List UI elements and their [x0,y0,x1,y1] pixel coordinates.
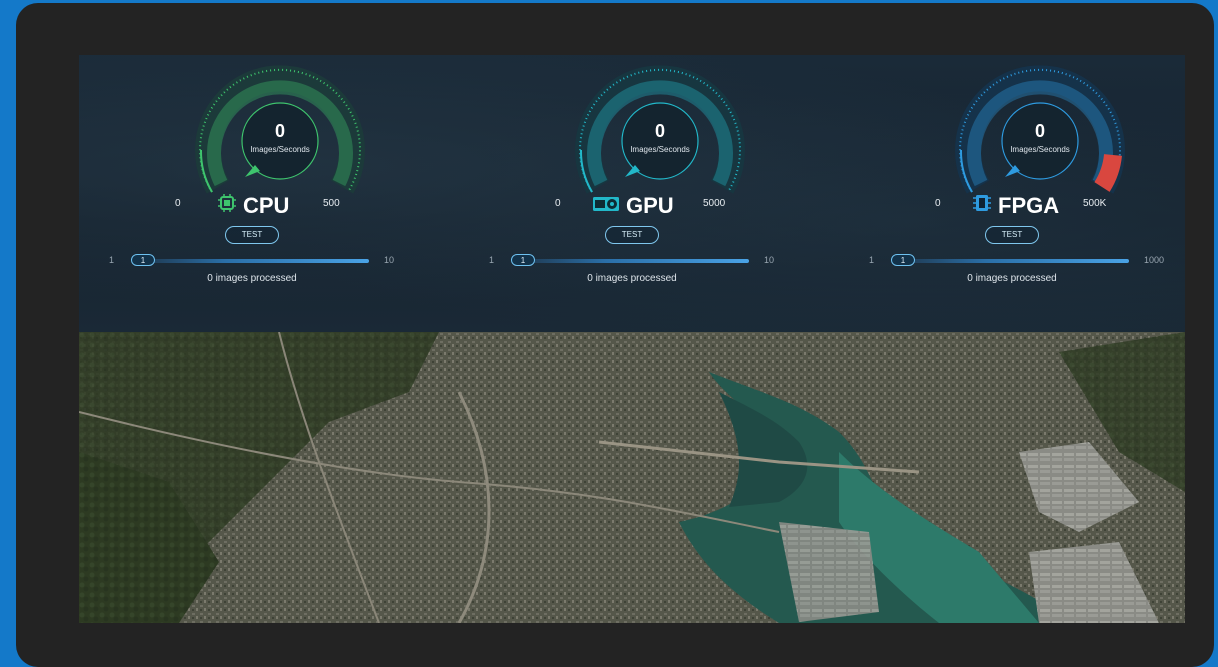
gpu-label: GPU [626,193,674,218]
cpu-batch-slider-track[interactable] [131,259,369,263]
fpga-test-button[interactable]: TEST [985,226,1039,244]
gpu-batch-slider-thumb[interactable]: 1 [511,254,535,266]
fpga-label: FPGA [998,193,1060,218]
cpu-test-button[interactable]: TEST [225,226,279,244]
gpu-test-button[interactable]: TEST [605,226,659,244]
fpga-gauge-min: 0 [935,198,941,209]
fpga-gauge-max: 500K [1083,198,1107,209]
cpu-throughput-unit: Images/Seconds [250,145,310,154]
cpu-batch-slider-thumb[interactable]: 1 [131,254,155,266]
cpu-title: CPU [217,192,289,220]
cpu-chip-icon [217,193,237,219]
fpga-slider-min: 1 [869,255,875,265]
cpu-slider-max: 10 [384,255,395,265]
cpu-slider-min: 1 [109,255,115,265]
gpu-throughput-unit: Images/Seconds [630,145,690,154]
fpga-title: FPGA [972,192,1059,220]
fpga-slider-max: 1000 [1144,255,1165,265]
cpu-panel: 0 Images/Seconds 0 500 CPU TEST 1 1 10 0… [109,55,409,332]
cpu-gauge-max: 500 [323,198,340,209]
fpga-batch-slider-track[interactable] [891,259,1129,263]
gpu-batch-slider-track[interactable] [511,259,749,263]
satellite-imagery [79,332,1185,623]
fpga-throughput-unit: Images/Seconds [1010,145,1070,154]
gpu-gauge-max: 5000 [703,198,726,209]
gpu-title: GPU [592,192,674,220]
fpga-throughput-value: 0 [1034,121,1045,141]
gpu-gauge-readout: 0 Images/Seconds [573,55,747,195]
device-frame: 0 Images/Seconds 0 500 CPU TEST 1 1 10 0… [16,3,1214,667]
fpga-batch-slider-thumb[interactable]: 1 [891,254,915,266]
gpu-card-icon [592,193,620,219]
gpu-processed-count: 0 images processed [587,273,677,284]
cpu-label: CPU [243,193,290,218]
fpga-gauge-readout: 0 Images/Seconds [953,55,1127,195]
benchmark-dashboard: 0 Images/Seconds 0 500 CPU TEST 1 1 10 0… [79,55,1185,332]
gpu-throughput-value: 0 [654,121,665,141]
aerial-satellite-map [79,332,1185,623]
gpu-gauge-min: 0 [555,198,561,209]
cpu-processed-count: 0 images processed [207,273,297,284]
cpu-gauge-readout: 0 Images/Seconds [193,55,367,195]
fpga-processed-count: 0 images processed [967,273,1057,284]
fpga-panel: 0 Images/Seconds 0 500K FPGA TEST 1 1 10… [869,55,1169,332]
gpu-slider-min: 1 [489,255,495,265]
cpu-gauge-min: 0 [175,198,181,209]
gpu-panel: 0 Images/Seconds 0 5000 GPU TEST 1 1 10 … [489,55,789,332]
app-screen: 0 Images/Seconds 0 500 CPU TEST 1 1 10 0… [79,55,1185,623]
gpu-slider-max: 10 [764,255,775,265]
cpu-throughput-value: 0 [274,121,285,141]
fpga-chip-icon [972,192,992,220]
